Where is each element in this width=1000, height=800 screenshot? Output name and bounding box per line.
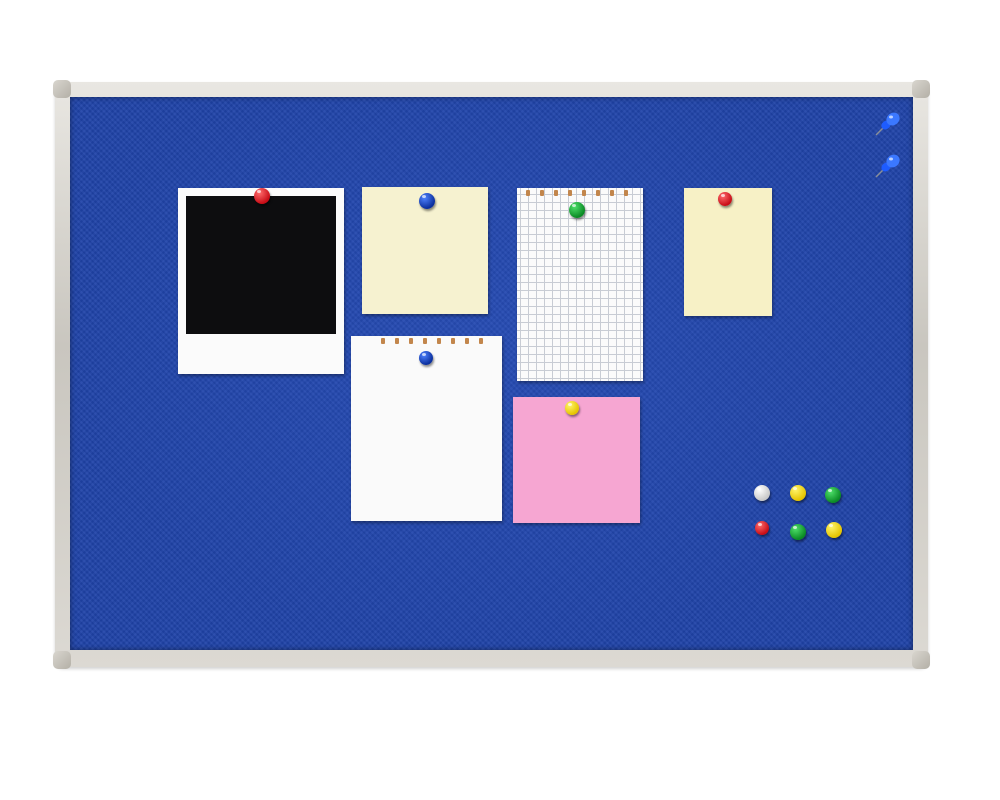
frame-corner-bottom-right	[912, 651, 930, 669]
red-pin-icon[interactable]	[254, 188, 270, 204]
blue-pushpin-icon[interactable]	[872, 108, 906, 138]
blue-pushpin-icon[interactable]	[872, 150, 906, 180]
yellow-pin-icon[interactable]	[826, 522, 842, 538]
red-pin-icon[interactable]	[755, 521, 769, 535]
green-pin-icon[interactable]	[569, 202, 585, 218]
polaroid-photo[interactable]	[178, 188, 344, 374]
white-pin-icon[interactable]	[754, 485, 770, 501]
spiral-binding-holes	[351, 336, 502, 346]
frame-corner-top-right	[912, 80, 930, 98]
yellow-pin-icon[interactable]	[790, 485, 806, 501]
yellow-pin-icon[interactable]	[565, 401, 579, 415]
spiral-binding-holes	[517, 188, 643, 198]
green-pin-icon[interactable]	[825, 487, 841, 503]
blue-pin-icon[interactable]	[419, 193, 435, 209]
green-pin-icon[interactable]	[790, 524, 806, 540]
red-pin-icon[interactable]	[718, 192, 732, 206]
blue-pin-icon[interactable]	[419, 351, 433, 365]
polaroid-black-image	[186, 196, 336, 334]
frame-corner-bottom-left	[53, 651, 71, 669]
pink-sticky-note[interactable]	[513, 397, 640, 523]
small-cream-note[interactable]	[684, 188, 772, 316]
frame-corner-top-left	[53, 80, 71, 98]
